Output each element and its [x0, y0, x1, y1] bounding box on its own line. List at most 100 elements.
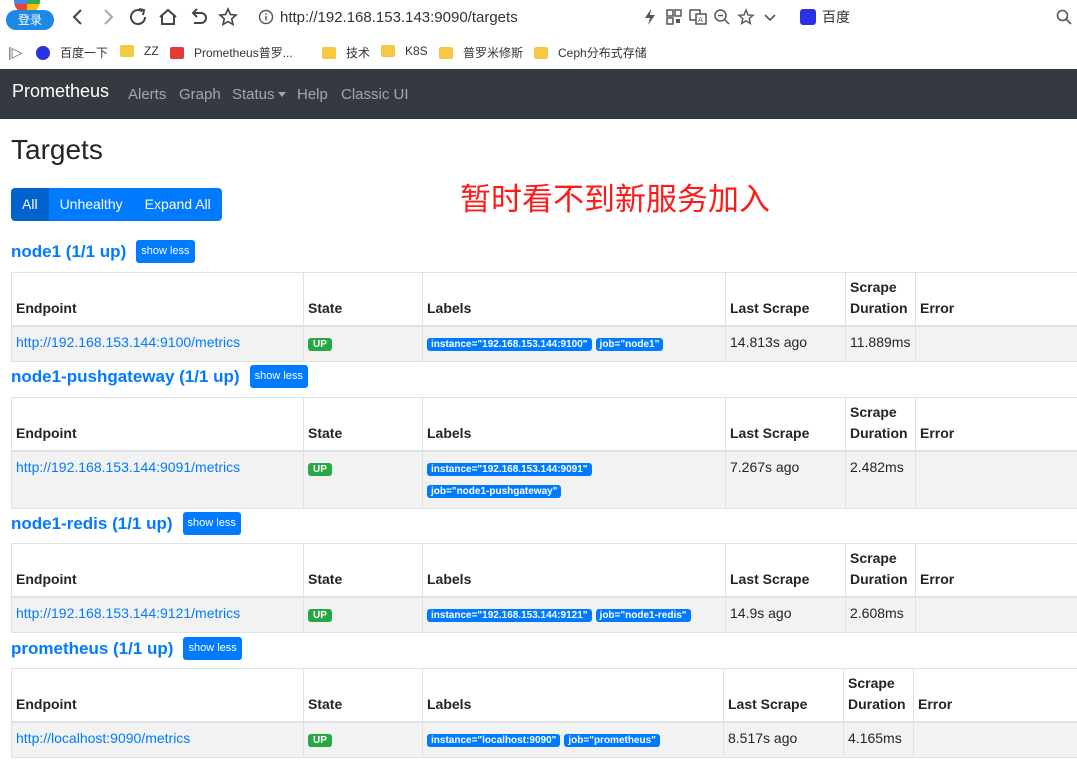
col-error: Error [915, 397, 1077, 452]
info-icon[interactable] [258, 9, 274, 25]
duration-cell: 4.165ms [843, 722, 914, 758]
nav-alerts[interactable]: Alerts [128, 86, 166, 103]
endpoint-cell: http://192.168.153.144:9091/metrics [11, 451, 304, 509]
label-badge: instance="192.168.153.144:9091" [427, 463, 592, 476]
state-cell: UP [303, 597, 423, 633]
table-row: http://192.168.153.144:9100/metrics UP i… [11, 326, 1077, 362]
col-state: State [303, 668, 423, 723]
caret-down-icon [277, 92, 286, 97]
state-badge: UP [308, 338, 332, 351]
search-engine-box[interactable]: 百度 [800, 7, 850, 27]
show-less-button[interactable]: show less [182, 512, 241, 535]
translate-icon[interactable]: A [688, 7, 708, 27]
filter-all-button[interactable]: All [11, 188, 49, 221]
error-cell [913, 722, 1077, 758]
last-scrape-cell: 7.267s ago [725, 451, 846, 509]
col-labels: Labels [422, 543, 726, 598]
state-cell: UP [303, 326, 423, 362]
forward-icon[interactable] [96, 5, 120, 29]
state-badge: UP [308, 609, 332, 622]
targets-table: Endpoint State Labels Last Scrape Scrape… [11, 397, 1077, 509]
login-badge[interactable]: 登录 [6, 10, 54, 30]
duration-cell: 2.482ms [845, 451, 916, 509]
browser-toolbar: 登录 http://192.168.153.143:9090/targets A [0, 0, 1077, 34]
endpoint-link[interactable]: http://192.168.153.144:9091/metrics [16, 459, 240, 475]
star-icon[interactable] [216, 5, 240, 29]
col-scrape-duration: Scrape Duration [845, 272, 916, 327]
job-title[interactable]: node1 (1/1 up) [11, 242, 126, 262]
error-cell [915, 451, 1077, 509]
bookmark-item[interactable]: Prometheus普罗... [170, 44, 293, 61]
col-endpoint: Endpoint [11, 272, 304, 327]
show-less-button[interactable]: show less [183, 637, 242, 660]
bookmark-item[interactable]: 技术 [322, 44, 370, 61]
show-less-button[interactable]: show less [136, 240, 195, 263]
reload-icon[interactable] [126, 5, 150, 29]
bookmark-item[interactable]: K8S [381, 44, 428, 58]
filter-unhealthy-button[interactable]: Unhealthy [48, 188, 134, 221]
state-badge: UP [308, 734, 332, 747]
label-badge: job="node1-redis" [595, 609, 691, 622]
home-icon[interactable] [156, 5, 180, 29]
lightning-icon[interactable] [640, 7, 660, 27]
search-icon[interactable] [1055, 8, 1073, 26]
state-cell: UP [303, 451, 423, 509]
duration-cell: 2.608ms [845, 597, 916, 633]
labels-cell: instance="localhost:9090" job="prometheus… [422, 722, 724, 758]
zoom-out-icon[interactable] [712, 7, 732, 27]
page-title: Targets [11, 134, 103, 165]
back-icon[interactable] [66, 5, 90, 29]
chevron-down-icon[interactable] [760, 7, 780, 27]
bookmark-item[interactable]: ZZ [120, 44, 159, 58]
brand-link[interactable]: Prometheus [12, 81, 109, 102]
filter-button-group: All Unhealthy Expand All [11, 188, 222, 221]
targets-table: Endpoint State Labels Last Scrape Scrape… [11, 668, 1077, 758]
label-badge: instance="192.168.153.144:9100" [427, 338, 592, 351]
profile-button[interactable]: 登录 [4, 0, 54, 32]
table-header-row: Endpoint State Labels Last Scrape Scrape… [11, 397, 1077, 452]
nav-classic-ui[interactable]: Classic UI [341, 86, 409, 103]
job-title[interactable]: node1-pushgateway (1/1 up) [11, 367, 240, 387]
endpoint-link[interactable]: http://192.168.153.144:9100/metrics [16, 334, 240, 350]
table-header-row: Endpoint State Labels Last Scrape Scrape… [11, 668, 1077, 723]
table-header-row: Endpoint State Labels Last Scrape Scrape… [11, 272, 1077, 327]
address-bar[interactable]: http://192.168.153.143:9090/targets [258, 7, 518, 27]
bookmark-item[interactable]: 普罗米修斯 [439, 44, 523, 61]
bookmark-item[interactable]: Ceph分布式存储 [534, 44, 647, 61]
qr-code-icon[interactable] [664, 7, 684, 27]
duration-cell: 11.889ms [845, 326, 916, 362]
job-header: node1-redis (1/1 up) show less [11, 512, 241, 535]
endpoint-link[interactable]: http://192.168.153.144:9121/metrics [16, 605, 240, 621]
endpoint-link[interactable]: http://localhost:9090/metrics [16, 730, 190, 746]
label-badge: job="node1" [595, 338, 664, 351]
col-scrape-duration: Scrape Duration [845, 543, 916, 598]
error-cell [915, 597, 1077, 633]
search-engine-label: 百度 [822, 9, 850, 25]
undo-icon[interactable] [186, 5, 210, 29]
bookmarks-bar: |▷ 百度一下 ZZ Prometheus普罗... 技术 K8S 普罗米修斯 … [0, 36, 1077, 68]
job-title[interactable]: prometheus (1/1 up) [11, 639, 173, 659]
nav-help[interactable]: Help [297, 86, 328, 103]
nav-status[interactable]: Status [232, 86, 286, 103]
annotation-note: 暂时看不到新服务加入 [460, 182, 770, 218]
label-badge: job="node1-pushgateway" [427, 485, 562, 498]
sidebar-toggle-icon[interactable]: |▷ [8, 44, 22, 61]
col-state: State [303, 397, 423, 452]
table-header-row: Endpoint State Labels Last Scrape Scrape… [11, 543, 1077, 598]
url-text[interactable]: http://192.168.153.143:9090/targets [280, 9, 518, 26]
col-endpoint: Endpoint [11, 397, 304, 452]
favorite-icon[interactable] [736, 7, 756, 27]
col-labels: Labels [422, 397, 726, 452]
col-scrape-duration: Scrape Duration [843, 668, 914, 723]
expand-all-button[interactable]: Expand All [133, 188, 222, 221]
table-row: http://192.168.153.144:9121/metrics UP i… [11, 597, 1077, 633]
nav-graph[interactable]: Graph [179, 86, 221, 103]
last-scrape-cell: 8.517s ago [723, 722, 844, 758]
svg-text:A: A [698, 16, 703, 24]
bookmark-item[interactable]: 百度一下 [36, 44, 108, 61]
show-less-button[interactable]: show less [249, 365, 308, 388]
job-title[interactable]: node1-redis (1/1 up) [11, 514, 173, 534]
col-last-scrape: Last Scrape [725, 272, 846, 327]
bookmark-red-icon [170, 46, 184, 59]
label-badge: instance="localhost:9090" [427, 734, 561, 747]
